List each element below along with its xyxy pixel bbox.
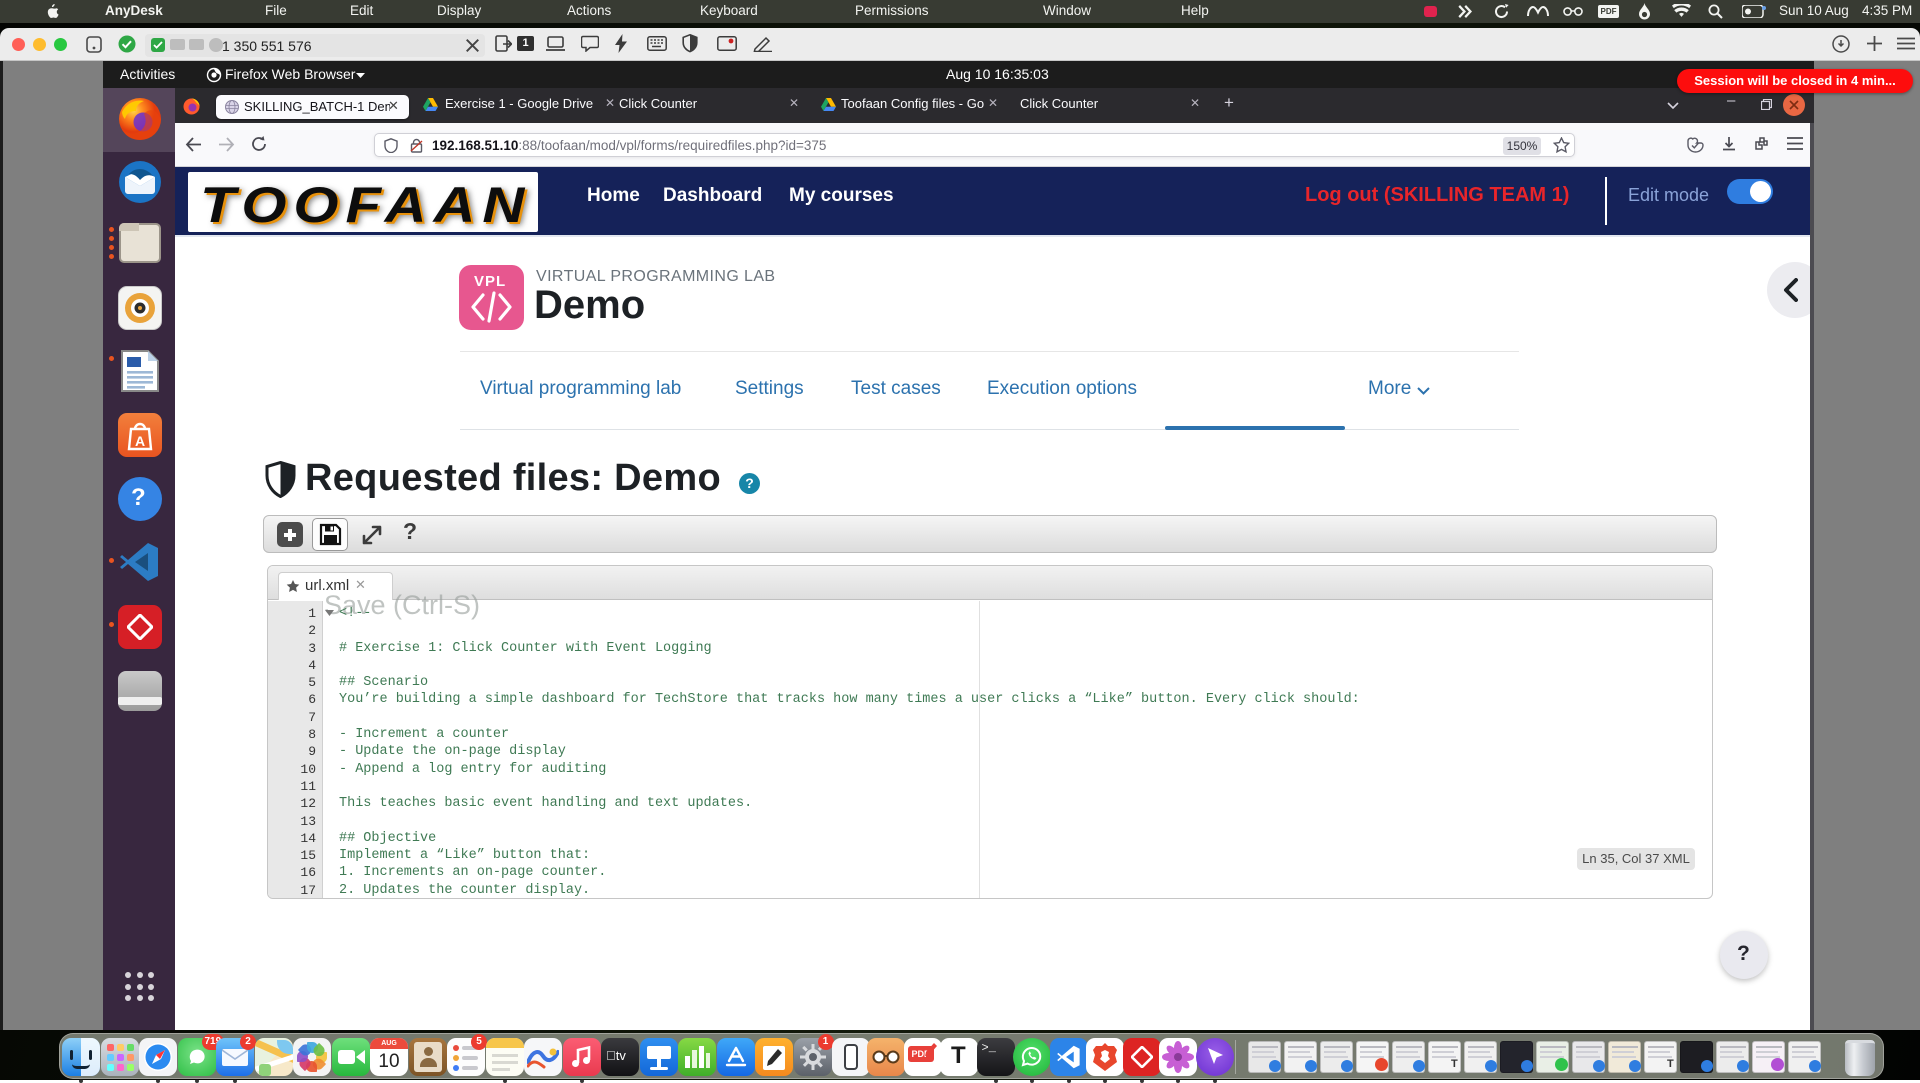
svg-text:A: A [135,433,145,449]
